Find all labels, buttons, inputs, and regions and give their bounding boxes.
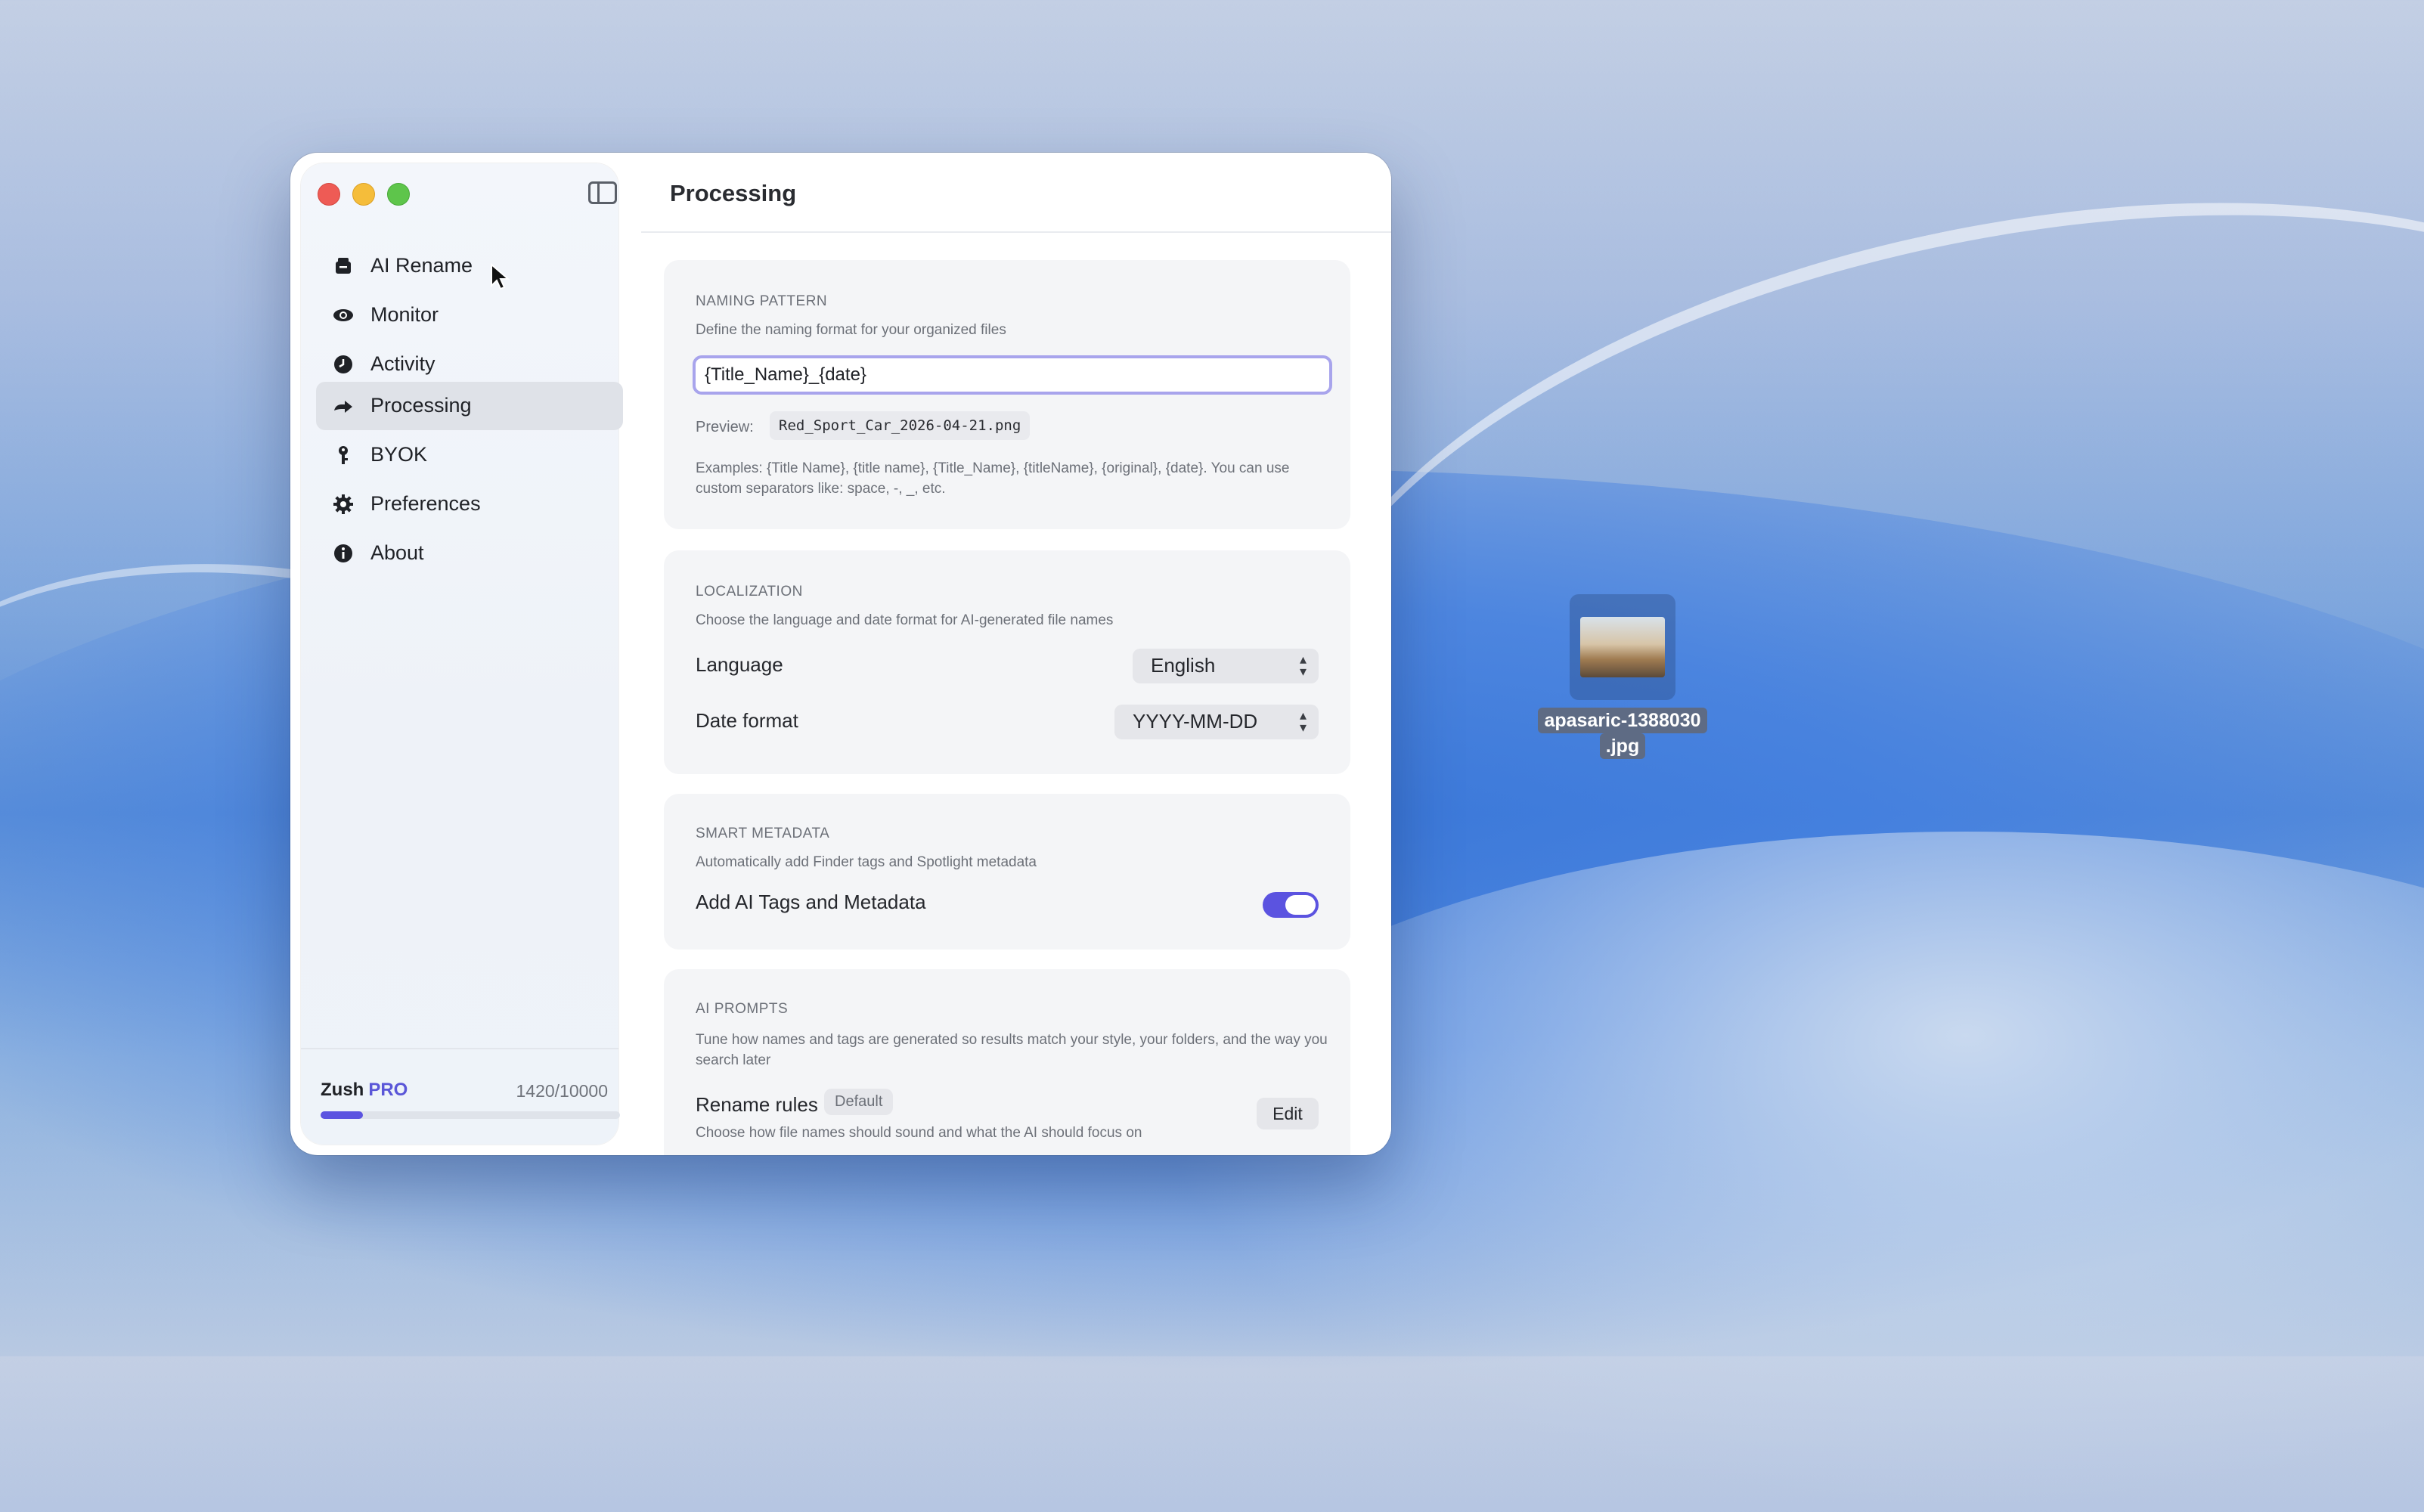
- smart-metadata-card: SMART METADATA Automatically add Finder …: [664, 794, 1350, 950]
- ai-tags-label: Add AI Tags and Metadata: [696, 891, 926, 913]
- preview-label: Preview:: [696, 419, 754, 435]
- section-description: Choose the language and date format for …: [696, 612, 1114, 628]
- sidebar-toggle-icon[interactable]: [588, 181, 617, 204]
- examples-text: Examples: {Title Name}, {title name}, {T…: [696, 460, 1290, 497]
- plan-badge: PRO: [368, 1080, 408, 1100]
- ai-rename-icon: [336, 258, 351, 274]
- desktop-file-name-line1: apasaric-1388030: [1538, 708, 1707, 733]
- sidebar-item-label: AI Rename: [370, 254, 473, 277]
- usage-progress-fill: [321, 1111, 364, 1119]
- sidebar-item-preferences[interactable]: Preferences: [316, 480, 623, 528]
- language-value: English: [1151, 654, 1216, 677]
- section-title: LOCALIZATION: [696, 584, 803, 600]
- date-format-select[interactable]: YYYY-MM-DD ▴ ▾: [1114, 705, 1319, 739]
- section-description: Tune how names and tags are generated so…: [696, 1032, 1328, 1068]
- chevron-updown-icon: ▴ ▾: [1299, 708, 1307, 735]
- rename-rules-badge: Default: [824, 1089, 894, 1115]
- rename-rules-description: Choose how file names should sound and w…: [696, 1125, 1142, 1141]
- sidebar-item-label: Processing: [370, 394, 472, 417]
- sidebar-item-processing[interactable]: Processing: [316, 382, 623, 430]
- section-title: AI PROMPTS: [696, 1001, 789, 1017]
- desktop-file-icon[interactable]: [1570, 594, 1675, 700]
- sidebar-item-label: About: [370, 541, 424, 564]
- ai-prompts-card: AI PROMPTS Tune how names and tags are g…: [664, 969, 1350, 1155]
- sidebar-item-monitor[interactable]: Monitor: [316, 291, 623, 339]
- naming-pattern-input[interactable]: [693, 355, 1332, 395]
- sidebar-item-label: Activity: [370, 352, 436, 375]
- app-name: Zush: [321, 1080, 364, 1100]
- usage-progress-bar: [321, 1111, 620, 1119]
- sidebar-item-label: Monitor: [370, 303, 439, 326]
- section-description: Define the naming format for your organi…: [696, 322, 1006, 338]
- sidebar-item-label: BYOK: [370, 443, 428, 466]
- gear-icon: [333, 494, 353, 514]
- chevron-updown-icon: ▴ ▾: [1299, 652, 1307, 679]
- window-content: AI Rename Monitor Activity Processing BY…: [290, 153, 1391, 1155]
- clock-icon: [334, 355, 352, 373]
- rename-rules-label: Rename rules: [696, 1093, 818, 1116]
- sidebar-item-ai-rename[interactable]: AI Rename: [316, 242, 623, 290]
- section-title: NAMING PATTERN: [696, 293, 828, 309]
- language-label: Language: [696, 653, 783, 676]
- desktop-file-label[interactable]: apasaric-1388030 .jpg: [1532, 708, 1713, 759]
- info-icon: [334, 544, 352, 562]
- mouse-cursor-icon: [491, 263, 510, 290]
- ai-tags-toggle[interactable]: [1263, 892, 1319, 918]
- sidebar-item-byok[interactable]: BYOK: [316, 431, 623, 479]
- localization-card: LOCALIZATION Choose the language and dat…: [664, 550, 1350, 774]
- language-select[interactable]: English ▴ ▾: [1133, 649, 1319, 683]
- usage-divider: [301, 1048, 618, 1049]
- key-icon: [339, 446, 348, 464]
- desktop-file-name-line2: .jpg: [1599, 733, 1646, 759]
- date-format-label: Date format: [696, 709, 798, 732]
- sidebar-item-label: Preferences: [370, 492, 481, 515]
- minimize-window-button[interactable]: [352, 183, 375, 206]
- processing-icon: [334, 401, 352, 413]
- usage-app-name: Zush PRO: [321, 1080, 408, 1101]
- header-divider: [641, 231, 1391, 233]
- eye-icon: [333, 309, 353, 321]
- edit-rename-rules-button[interactable]: Edit: [1257, 1098, 1319, 1129]
- sidebar-item-about[interactable]: About: [316, 529, 623, 578]
- preview-value: Red_Sport_Car_2026-04-21.png: [770, 411, 1031, 440]
- usage-count: 1420/10000: [516, 1081, 608, 1101]
- toggle-knob: [1285, 895, 1316, 915]
- naming-pattern-card: NAMING PATTERN Define the naming format …: [664, 260, 1350, 529]
- section-title: SMART METADATA: [696, 826, 830, 841]
- date-format-value: YYYY-MM-DD: [1133, 710, 1258, 733]
- image-thumbnail: [1580, 617, 1665, 677]
- zoom-window-button[interactable]: [387, 183, 410, 206]
- page-title: Processing: [670, 180, 797, 206]
- close-window-button[interactable]: [318, 183, 340, 206]
- section-description: Automatically add Finder tags and Spotli…: [696, 854, 1037, 870]
